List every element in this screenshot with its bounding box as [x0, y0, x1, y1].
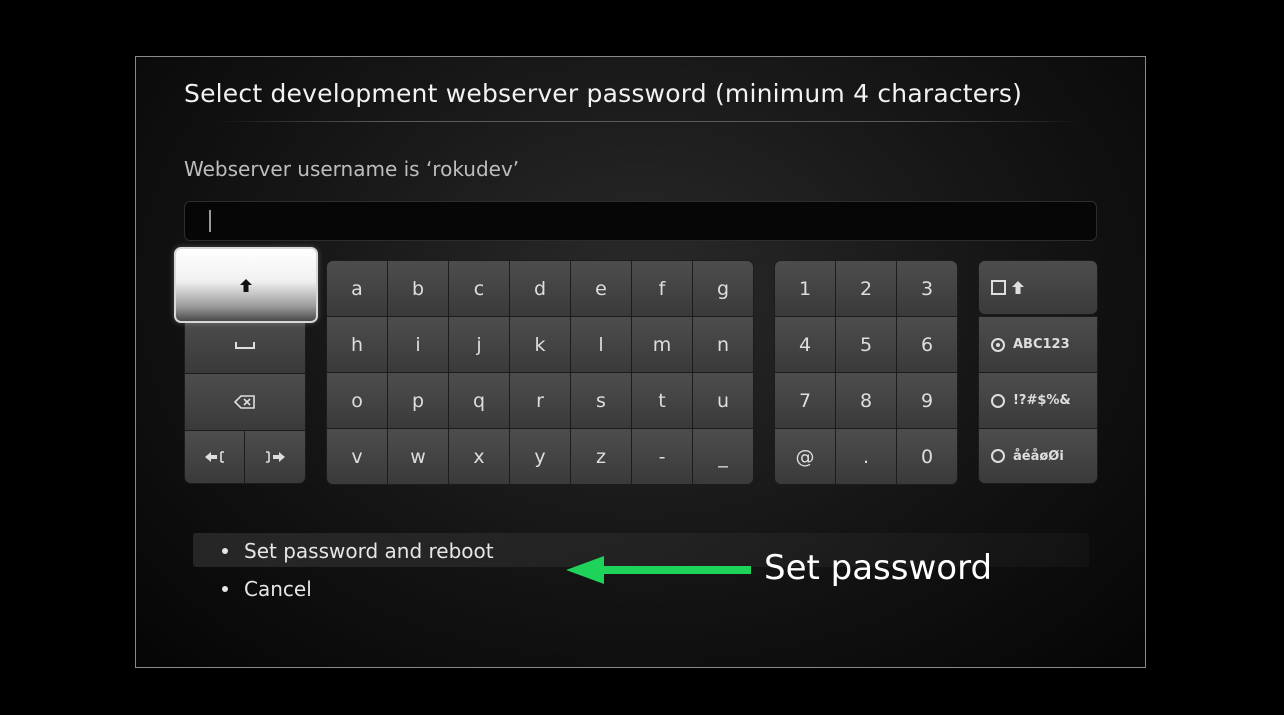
mode-abc123[interactable]: ABC123 — [978, 316, 1098, 373]
key-m[interactable]: m — [631, 316, 693, 373]
mode-symbols[interactable]: !?#$%& — [978, 372, 1098, 429]
radio-icon — [991, 393, 1005, 408]
key-5[interactable]: 5 — [835, 316, 897, 373]
shift-key[interactable] — [174, 247, 318, 323]
key-q[interactable]: q — [448, 372, 510, 429]
cancel-label: Cancel — [244, 577, 312, 601]
key-v[interactable]: v — [326, 428, 388, 485]
set-password-option[interactable]: Set password and reboot — [222, 539, 494, 563]
key-r[interactable]: r — [509, 372, 571, 429]
cursor-right-key[interactable] — [244, 430, 306, 484]
key-g[interactable]: g — [692, 260, 754, 317]
cursor-left-key[interactable] — [184, 430, 245, 484]
key-1[interactable]: 1 — [774, 260, 836, 317]
key-o[interactable]: o — [326, 372, 388, 429]
shift-up-icon — [240, 278, 252, 292]
key-@[interactable]: @ — [774, 428, 836, 485]
key-n[interactable]: n — [692, 316, 754, 373]
backspace-key[interactable] — [184, 373, 306, 431]
key-8[interactable]: 8 — [835, 372, 897, 429]
username-hint: Webserver username is ‘rokudev’ — [184, 157, 520, 181]
key-4[interactable]: 4 — [774, 316, 836, 373]
key-2[interactable]: 2 — [835, 260, 897, 317]
mode-abc123-label: ABC123 — [1013, 337, 1070, 352]
key-i[interactable]: i — [387, 316, 449, 373]
key-9[interactable]: 9 — [896, 372, 958, 429]
key-.[interactable]: . — [835, 428, 897, 485]
radio-selected-icon — [991, 337, 1005, 352]
cursor-right-icon — [266, 451, 285, 463]
annotation-label: Set password — [764, 548, 993, 588]
backspace-icon — [234, 395, 255, 409]
key-x[interactable]: x — [448, 428, 510, 485]
text-cursor — [209, 210, 211, 232]
key-p[interactable]: p — [387, 372, 449, 429]
key-e[interactable]: e — [570, 260, 632, 317]
space-icon — [235, 342, 255, 349]
key-u[interactable]: u — [692, 372, 754, 429]
key-l[interactable]: l — [570, 316, 632, 373]
key-k[interactable]: k — [509, 316, 571, 373]
key-7[interactable]: 7 — [774, 372, 836, 429]
key-f[interactable]: f — [631, 260, 693, 317]
dialog-title: Select development webserver password (m… — [184, 79, 1023, 108]
bullet — [222, 586, 228, 592]
bullet — [222, 548, 228, 554]
key-_[interactable]: _ — [692, 428, 754, 485]
key-0[interactable]: 0 — [896, 428, 958, 485]
radio-icon — [991, 449, 1005, 463]
key-3[interactable]: 3 — [896, 260, 958, 317]
key--[interactable]: - — [631, 428, 693, 485]
key-6[interactable]: 6 — [896, 316, 958, 373]
space-key[interactable] — [184, 316, 306, 374]
shift-up-icon — [1012, 281, 1024, 294]
cursor-left-icon — [204, 451, 224, 463]
password-dialog: Select development webserver password (m… — [135, 56, 1146, 668]
key-t[interactable]: t — [631, 372, 693, 429]
key-z[interactable]: z — [570, 428, 632, 485]
mode-accents-label: åéåøØi — [1013, 448, 1064, 464]
password-input[interactable] — [184, 201, 1097, 241]
key-w[interactable]: w — [387, 428, 449, 485]
key-h[interactable]: h — [326, 316, 388, 373]
key-b[interactable]: b — [387, 260, 449, 317]
mode-accents[interactable]: åéåøØi — [978, 428, 1098, 484]
caps-lock-checkbox — [991, 280, 1006, 295]
key-c[interactable]: c — [448, 260, 510, 317]
key-y[interactable]: y — [509, 428, 571, 485]
key-j[interactable]: j — [448, 316, 510, 373]
cancel-option[interactable]: Cancel — [222, 577, 312, 601]
key-s[interactable]: s — [570, 372, 632, 429]
annotation-arrow-icon — [566, 556, 751, 584]
caps-lock-toggle[interactable] — [978, 260, 1098, 315]
key-a[interactable]: a — [326, 260, 388, 317]
key-d[interactable]: d — [509, 260, 571, 317]
mode-symbols-label: !?#$%& — [1013, 393, 1071, 408]
set-password-label: Set password and reboot — [244, 539, 494, 563]
title-divider — [214, 121, 1084, 122]
